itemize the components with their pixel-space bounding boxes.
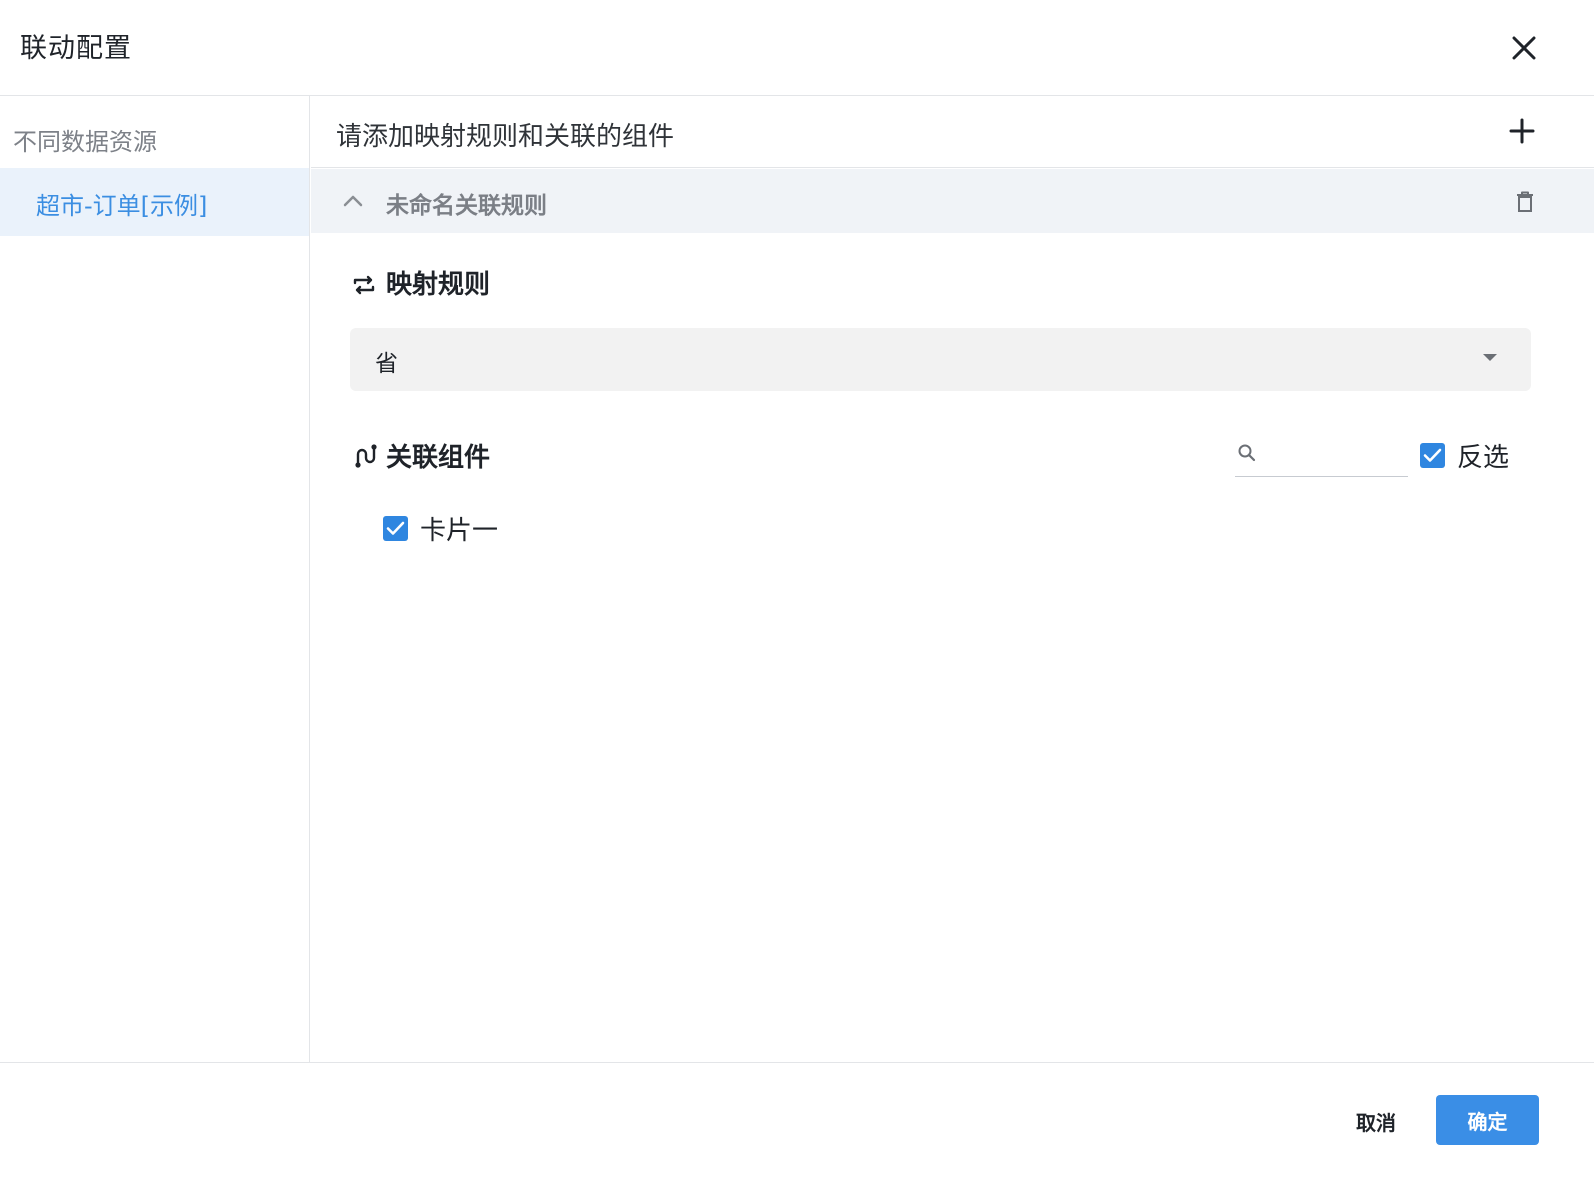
mapping-rule-title: 映射规则 <box>386 270 491 300</box>
component-search-input[interactable] <box>1267 437 1407 471</box>
mapping-field-select[interactable]: 省 <box>350 328 1531 391</box>
confirm-button[interactable]: 确定 <box>1436 1095 1539 1145</box>
add-rule-hint: 请添加映射规则和关联的组件 <box>336 122 675 152</box>
check-icon <box>386 521 405 535</box>
sidebar-item-supermarket-orders[interactable]: 超市-订单[示例] <box>0 168 309 236</box>
mapping-field-value: 省 <box>375 351 398 377</box>
component-checkbox-card-one[interactable] <box>383 516 408 541</box>
swap-icon <box>353 275 375 295</box>
search-icon <box>1238 444 1256 462</box>
add-rule-button[interactable] <box>1507 116 1537 146</box>
invert-selection-label: 反选 <box>1457 443 1510 473</box>
dialog-footer: 取消 确定 <box>0 1062 1594 1192</box>
invert-selection-checkbox[interactable] <box>1420 443 1445 468</box>
data-source-sidebar: 不同数据资源 超市-订单[示例] <box>0 96 310 1062</box>
component-search <box>1235 433 1408 477</box>
rule-header: 未命名关联规则 <box>311 169 1594 233</box>
sidebar-heading: 不同数据资源 <box>13 128 157 156</box>
rule-name: 未命名关联规则 <box>386 193 547 219</box>
plus-icon <box>1509 118 1535 144</box>
close-icon <box>1512 36 1536 60</box>
delete-rule-button[interactable] <box>1511 188 1539 216</box>
chevron-up-icon <box>343 195 363 207</box>
collapse-rule-button[interactable] <box>339 187 367 215</box>
link-icon <box>355 444 377 468</box>
cancel-button[interactable]: 取消 <box>1331 1097 1421 1145</box>
dialog-title: 联动配置 <box>20 33 132 64</box>
check-icon <box>1423 448 1442 462</box>
related-components-title: 关联组件 <box>386 443 491 473</box>
rules-panel: 请添加映射规则和关联的组件 未命名关联规则 映射规则 省 关联组件 反选 卡片一 <box>311 96 1594 1062</box>
sidebar-item-label: 超市-订单[示例] <box>36 192 208 220</box>
linkage-config-dialog: 联动配置 不同数据资源 超市-订单[示例] 请添加映射规则和关联的组件 未命名关… <box>0 0 1594 1192</box>
trash-icon <box>1517 191 1533 212</box>
rules-toolbar: 请添加映射规则和关联的组件 <box>311 96 1594 168</box>
caret-down-icon <box>1483 354 1497 361</box>
dialog-header: 联动配置 <box>0 0 1594 96</box>
component-label-card-one: 卡片一 <box>420 516 499 546</box>
close-button[interactable] <box>1502 26 1546 70</box>
